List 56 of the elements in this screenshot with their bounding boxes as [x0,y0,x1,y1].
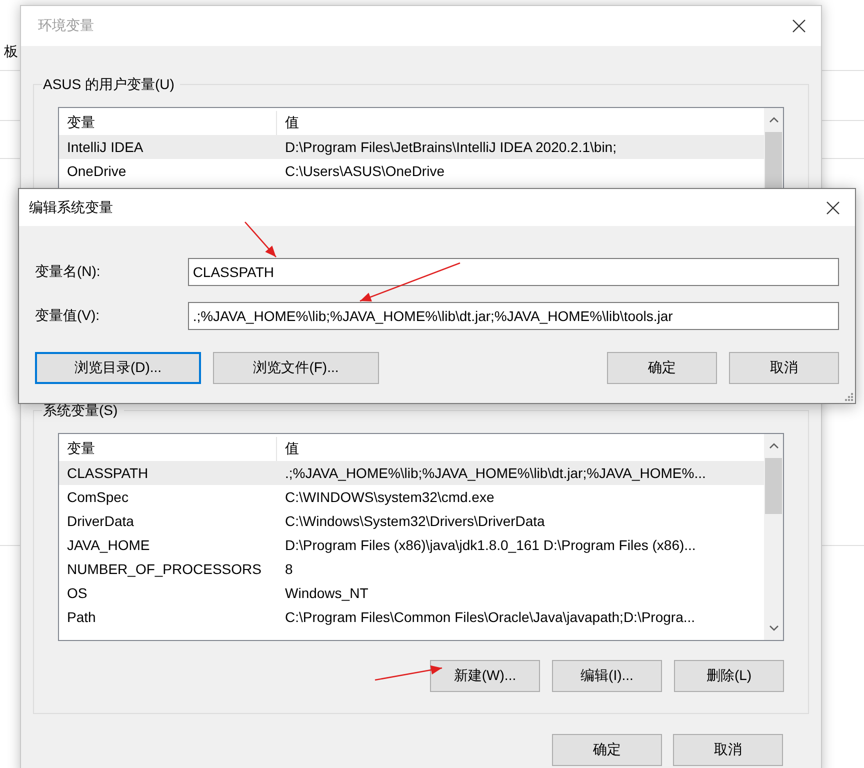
window-title: 环境变量 [38,17,94,35]
variable-value: D:\Program Files\JetBrains\IntelliJ IDEA 2020.2.1\bin; [284,139,618,155]
variable-value: .;%JAVA_HOME%\lib;%JAVA_HOME%\lib\dt.jar;%JAVA_HOME%... [284,465,707,481]
group-title: ASUS 的用户变量(U) [42,75,180,93]
column-header[interactable]: 值 [277,437,764,461]
dialog-button[interactable]: 确定 [552,734,662,766]
variable-value: 8 [284,561,294,577]
variable-name: CLASSPATH [66,465,150,481]
list-row[interactable]: OneDrive C:\Users\ASUS\OneDrive [59,159,764,183]
scroll-thumb[interactable] [765,458,782,514]
variable-value: C:\Windows\System32\Drivers\DriverData [284,513,546,529]
action-button[interactable]: 删除(L) [674,660,784,692]
variable-name: NUMBER_OF_PROCESSORS [66,561,262,577]
scroll-up-icon[interactable] [768,116,778,124]
action-button[interactable]: 编辑(I)... [552,660,662,692]
list-row[interactable]: NUMBER_OF_PROCESSORS 8 [59,557,764,581]
scrollbar[interactable] [764,434,783,640]
close-icon[interactable] [825,200,841,216]
field-label: 变量名(N): [35,263,102,281]
close-icon[interactable] [791,18,807,34]
dialog-button[interactable]: 取消 [729,352,839,384]
variable-value: D:\Program Files (x86)\java\jdk1.8.0_161 D:\Program Files (x86)... [284,537,697,553]
variable-name: JAVA_HOME [66,537,151,553]
action-button[interactable]: 新建(W)... [430,660,540,692]
variable-name: IntelliJ IDEA [66,139,144,155]
variable-value: Windows_NT [284,585,370,601]
field-label: 变量值(V): [35,307,101,325]
list-row[interactable]: IntelliJ IDEA D:\Program Files\JetBrains\IntelliJ IDEA 2020.2.1\bin; [59,135,764,159]
dialog-button[interactable]: 确定 [607,352,717,384]
resize-grip-icon[interactable] [844,392,854,402]
panel-label: 板 [4,43,18,61]
variable-value: C:\Users\ASUS\OneDrive [284,163,446,179]
variable-value: C:\Program Files\Common Files\Oracle\Java\javapath;D:\Progra... [284,609,696,625]
variable-name: OneDrive [66,163,128,179]
scroll-down-icon[interactable] [768,624,778,632]
dialog-button[interactable]: 浏览文件(F)... [213,352,379,384]
variable-value: C:\WINDOWS\system32\cmd.exe [284,489,496,505]
annotation-arrow [374,665,442,681]
list-row[interactable]: ComSpec C:\WINDOWS\system32\cmd.exe [59,485,764,509]
list-row[interactable]: DriverData C:\Windows\System32\Drivers\DriverData [59,509,764,533]
variable-name: OS [66,585,88,601]
input-field[interactable]: .;%JAVA_HOME%\lib;%JAVA_HOME%\lib\dt.jar;%JAVA_HOME%\lib\tools.jar [188,302,839,330]
list-row[interactable]: CLASSPATH .;%JAVA_HOME%\lib;%JAVA_HOME%\lib\dt.jar;%JAVA_HOME%... [59,461,764,485]
variable-name: DriverData [66,513,135,529]
annotation-arrow [244,222,276,258]
variable-name: Path [66,609,97,625]
scroll-up-icon[interactable] [768,442,778,450]
variable-name: ComSpec [66,489,130,505]
dialog-button[interactable]: 浏览目录(D)... [35,352,201,384]
input-field[interactable]: CLASSPATH [188,258,839,286]
list-row[interactable]: OS Windows_NT [59,581,764,605]
column-header[interactable]: 值 [277,111,764,135]
dialog-button[interactable]: 取消 [673,734,783,766]
dialog-title: 编辑系统变量 [29,198,113,216]
list-row[interactable]: JAVA_HOME D:\Program Files (x86)\java\jdk1.8.0_161 D:\Program Files (x86)... [59,533,764,557]
list-row[interactable]: Path C:\Program Files\Common Files\Oracle\Java\javapath;D:\Progra... [59,605,764,629]
